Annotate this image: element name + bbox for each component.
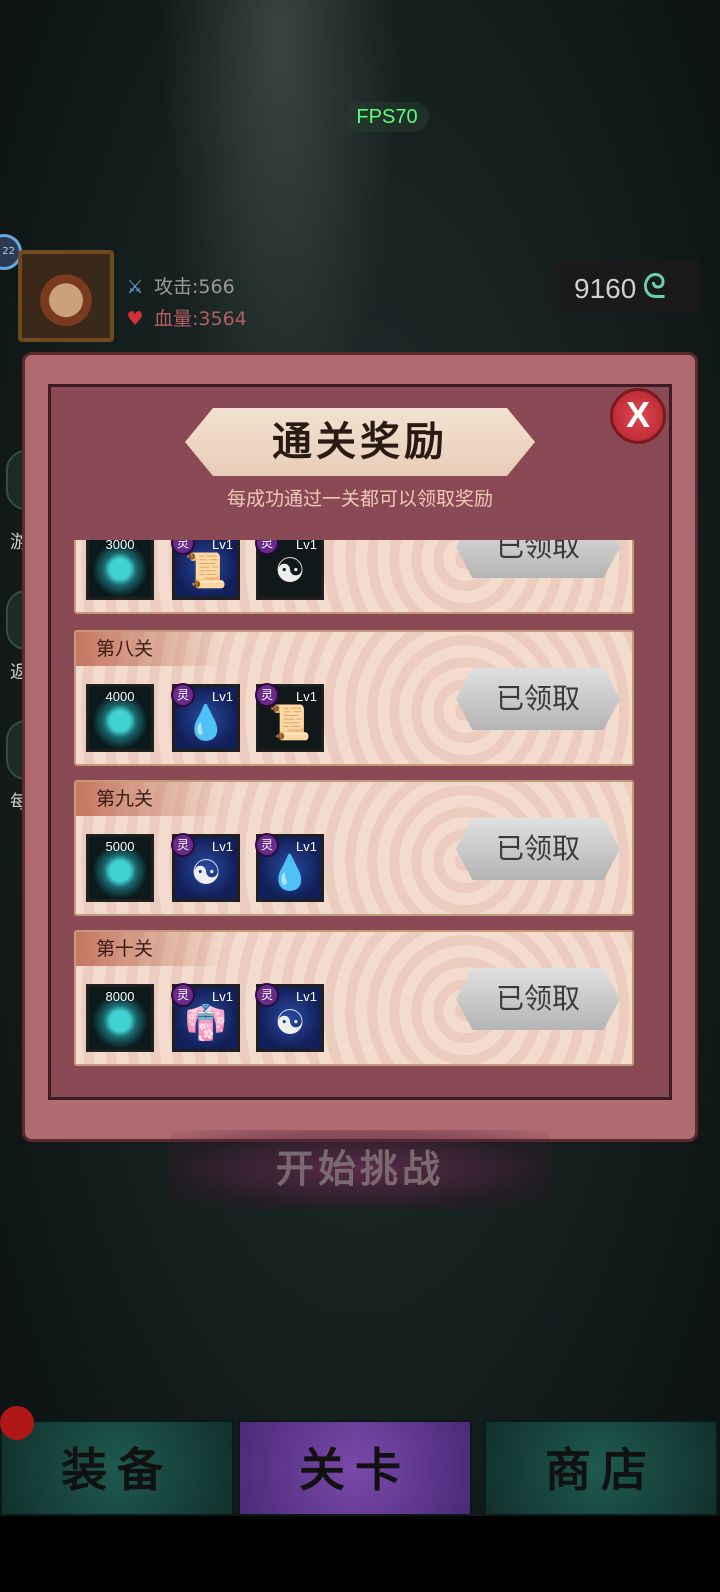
claimed-button[interactable]: 已领取 [456, 668, 620, 730]
panel-subtitle: 每成功通过一关都可以领取奖励 [226, 488, 493, 510]
reward-item-2[interactable]: 灵 Lv1 💧 [255, 833, 324, 902]
soul-reward-item[interactable]: 4000 [86, 684, 154, 752]
reward-item-2[interactable]: 灵 Lv1 ☯ [255, 540, 324, 600]
tab-levels[interactable]: 关卡 [238, 1420, 472, 1516]
start-challenge-button[interactable]: 开始挑战 [170, 1130, 550, 1208]
fps-counter: FPS70 [345, 102, 429, 132]
stage-label: 第九关 [76, 782, 226, 816]
yinyang-icon: ☯ [274, 551, 306, 591]
talisman-icon: 📜 [268, 703, 312, 743]
claimed-button[interactable]: 已领取 [456, 818, 620, 880]
attack-value: 攻击:566 [154, 276, 235, 298]
claimed-button[interactable]: 已领取 [456, 968, 620, 1030]
talisman-icon: 📜 [184, 551, 228, 591]
reward-item-1[interactable]: 灵 Lv1 📜 [171, 540, 240, 600]
close-button[interactable]: X [610, 388, 666, 444]
reward-row: 第八关 4000 灵 Lv1 💧 灵 Lv1 📜 已领取 [74, 630, 634, 766]
reward-item-1[interactable]: 灵 Lv1 ☯ [171, 833, 240, 902]
soul-qty: 8000 [105, 989, 135, 1004]
soul-reward-item[interactable]: 8000 [86, 984, 154, 1052]
reward-item-1[interactable]: 灵 Lv1 👘 [171, 983, 240, 1052]
reward-row: 3000 灵 Lv1 📜 灵 Lv1 ☯ 已领取 [74, 540, 634, 614]
water-drop-icon: 💧 [184, 703, 228, 743]
hp-stat: ♥ 血量:3564 [122, 304, 247, 331]
claimed-button[interactable]: 已领取 [456, 540, 620, 578]
tab-equipment[interactable]: 装备 [0, 1420, 234, 1516]
soul-flame-icon: ᘓ [642, 268, 667, 306]
yinyang-robe-icon: ☯ [274, 1003, 306, 1043]
attack-stat: ⚔ 攻击:566 [122, 272, 235, 299]
bottom-nav: 装备 关卡 商店 [0, 1420, 720, 1516]
soul-qty: 4000 [105, 689, 135, 704]
panel-title: 通关奖励 [185, 408, 535, 476]
water-drop-icon: 💧 [268, 853, 312, 893]
sword-icon: ⚔ [126, 276, 144, 298]
notification-dot [0, 1406, 34, 1440]
reward-item-1[interactable]: 灵 Lv1 💧 [171, 683, 240, 752]
item-level: Lv1 [212, 839, 233, 854]
soul-qty: 3000 [105, 540, 135, 552]
item-level: Lv1 [212, 989, 233, 1004]
item-level: Lv1 [296, 989, 317, 1004]
item-level: Lv1 [296, 839, 317, 854]
system-nav-bar [0, 1516, 720, 1592]
soul-reward-item[interactable]: 5000 [86, 834, 154, 902]
reward-row: 第九关 5000 灵 Lv1 ☯ 灵 Lv1 💧 已领取 [74, 780, 634, 916]
soul-reward-item[interactable]: 3000 [86, 540, 154, 600]
reward-row: 第十关 8000 灵 Lv1 👘 灵 Lv1 ☯ 已领取 [74, 930, 634, 1066]
tab-shop[interactable]: 商店 [484, 1420, 718, 1516]
hp-value: 血量:3564 [154, 308, 247, 330]
reward-item-2[interactable]: 灵 Lv1 📜 [255, 683, 324, 752]
stage-label: 第十关 [76, 932, 226, 966]
item-level: Lv1 [296, 689, 317, 704]
yinyang-icon: ☯ [190, 853, 222, 893]
item-level: Lv1 [212, 689, 233, 704]
stage-label: 第八关 [76, 632, 226, 666]
soul-count: 9160 [574, 273, 637, 304]
soul-qty: 5000 [105, 839, 135, 854]
reward-list[interactable]: 3000 灵 Lv1 📜 灵 Lv1 ☯ 已领取 第八关 4000 灵 Lv1 💧 灵 Lv1… [70, 540, 650, 1075]
robe-icon: 👘 [184, 1003, 228, 1043]
soul-currency: 9160 ᘓ [540, 262, 700, 312]
heart-icon: ♥ [126, 308, 144, 330]
reward-item-2[interactable]: 灵 Lv1 ☯ [255, 983, 324, 1052]
player-avatar[interactable] [18, 250, 114, 342]
